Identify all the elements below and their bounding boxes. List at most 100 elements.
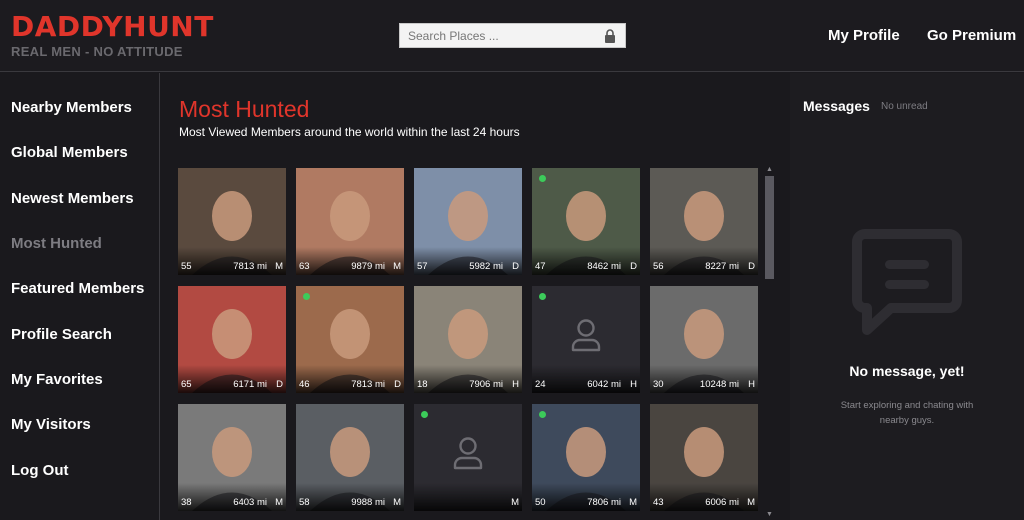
sidebar-item-log-out[interactable]: Log Out bbox=[11, 462, 68, 479]
main-content: Most Hunted Most Viewed Members around t… bbox=[161, 73, 789, 520]
card-shade bbox=[532, 483, 640, 511]
member-role: H bbox=[512, 379, 519, 390]
online-indicator bbox=[303, 293, 310, 300]
page-title: Most Hunted bbox=[179, 96, 310, 122]
top-header: DADDYHUNT REAL MEN - NO ATTITUDE My Prof… bbox=[0, 0, 1024, 72]
member-role: M bbox=[275, 497, 283, 508]
page-subtitle: Most Viewed Members around the world wit… bbox=[179, 125, 520, 139]
my-profile-link[interactable]: My Profile bbox=[828, 27, 900, 44]
member-distance: 7813 mi bbox=[233, 261, 267, 272]
member-role: M bbox=[393, 497, 401, 508]
online-indicator bbox=[539, 175, 546, 182]
member-card[interactable]: 38 6403 mi M bbox=[178, 404, 286, 511]
card-shade bbox=[532, 247, 640, 275]
member-age: 24 bbox=[535, 379, 546, 390]
member-age: 18 bbox=[417, 379, 428, 390]
card-shade bbox=[178, 247, 286, 275]
member-card[interactable]: 57 5982 mi D bbox=[414, 168, 522, 275]
sidebar-item-profile-search[interactable]: Profile Search bbox=[11, 326, 112, 343]
card-shade bbox=[414, 247, 522, 275]
member-distance: 7906 mi bbox=[469, 379, 503, 390]
member-card[interactable]: 46 7813 mi D bbox=[296, 286, 404, 393]
member-distance: 6171 mi bbox=[233, 379, 267, 390]
card-shade bbox=[296, 365, 404, 393]
card-shade bbox=[532, 365, 640, 393]
member-age: 38 bbox=[181, 497, 192, 508]
member-card[interactable]: M bbox=[414, 404, 522, 511]
card-shade bbox=[414, 483, 522, 511]
empty-messages-hint: Start exploring and chating with nearby … bbox=[840, 400, 974, 426]
lock-icon bbox=[605, 29, 615, 43]
member-distance: 6403 mi bbox=[233, 497, 267, 508]
member-card[interactable]: 56 8227 mi D bbox=[650, 168, 758, 275]
member-card[interactable]: 43 6006 mi M bbox=[650, 404, 758, 511]
member-card[interactable]: 18 7906 mi H bbox=[414, 286, 522, 393]
member-age: 30 bbox=[653, 379, 664, 390]
member-role: H bbox=[748, 379, 755, 390]
card-shade bbox=[650, 483, 758, 511]
member-card[interactable]: 55 7813 mi M bbox=[178, 168, 286, 275]
user-placeholder-icon bbox=[571, 319, 601, 352]
member-distance: 6042 mi bbox=[587, 379, 621, 390]
member-age: 50 bbox=[535, 497, 546, 508]
messages-title: Messages bbox=[803, 98, 870, 114]
sidebar-item-most-hunted[interactable]: Most Hunted bbox=[11, 235, 102, 252]
unread-status: No unread bbox=[881, 101, 928, 112]
member-card[interactable]: 58 9988 mi M bbox=[296, 404, 404, 511]
member-distance: 6006 mi bbox=[705, 497, 739, 508]
card-shade bbox=[296, 483, 404, 511]
sidebar-item-newest-members[interactable]: Newest Members bbox=[11, 190, 134, 207]
logo-wordmark: DADDYHUNT bbox=[11, 10, 214, 43]
online-indicator bbox=[539, 411, 546, 418]
logo[interactable]: DADDYHUNT REAL MEN - NO ATTITUDE bbox=[11, 10, 214, 60]
member-age: 46 bbox=[299, 379, 310, 390]
member-role: M bbox=[747, 497, 755, 508]
chat-bubble-icon bbox=[852, 229, 962, 335]
sidebar-item-my-visitors[interactable]: My Visitors bbox=[11, 416, 91, 433]
member-age: 47 bbox=[535, 261, 546, 272]
member-age: 63 bbox=[299, 261, 310, 272]
user-placeholder-icon bbox=[453, 437, 483, 470]
sidebar-item-global-members[interactable]: Global Members bbox=[11, 144, 128, 161]
sidebar-item-nearby-members[interactable]: Nearby Members bbox=[11, 99, 132, 116]
card-shade bbox=[296, 247, 404, 275]
member-distance: 5982 mi bbox=[469, 261, 503, 272]
member-role: D bbox=[512, 261, 519, 272]
member-card[interactable]: 63 9879 mi M bbox=[296, 168, 404, 275]
scrollbar-thumb[interactable] bbox=[765, 176, 774, 279]
member-distance: 8227 mi bbox=[705, 261, 739, 272]
search-input[interactable] bbox=[400, 24, 625, 47]
search-box bbox=[399, 23, 626, 48]
sidebar: Nearby Members Global Members Newest Mem… bbox=[0, 73, 160, 520]
messages-panel: Messages No unread No message, yet! Star… bbox=[790, 73, 1024, 520]
logo-tagline: REAL MEN - NO ATTITUDE bbox=[11, 44, 183, 59]
sidebar-item-my-favorites[interactable]: My Favorites bbox=[11, 371, 103, 388]
member-card[interactable]: 30 10248 mi H bbox=[650, 286, 758, 393]
card-shade bbox=[650, 247, 758, 275]
member-age: 58 bbox=[299, 497, 310, 508]
empty-messages-title: No message, yet! bbox=[849, 363, 965, 379]
member-distance: 9988 mi bbox=[351, 497, 385, 508]
member-card[interactable]: 24 6042 mi H bbox=[532, 286, 640, 393]
member-card[interactable]: 65 6171 mi D bbox=[178, 286, 286, 393]
online-indicator bbox=[539, 293, 546, 300]
member-card[interactable]: 47 8462 mi D bbox=[532, 168, 640, 275]
scroll-up-icon[interactable]: ▲ bbox=[766, 166, 773, 173]
member-card[interactable]: 50 7806 mi M bbox=[532, 404, 640, 511]
member-role: D bbox=[276, 379, 283, 390]
member-distance: 7813 mi bbox=[351, 379, 385, 390]
member-role: D bbox=[630, 261, 637, 272]
member-age: 57 bbox=[417, 261, 428, 272]
go-premium-link[interactable]: Go Premium bbox=[927, 27, 1016, 44]
card-shade bbox=[178, 483, 286, 511]
member-role: M bbox=[511, 497, 519, 508]
member-role: D bbox=[394, 379, 401, 390]
member-role: D bbox=[748, 261, 755, 272]
member-role: M bbox=[629, 497, 637, 508]
member-age: 55 bbox=[181, 261, 192, 272]
card-shade bbox=[414, 365, 522, 393]
card-shade bbox=[178, 365, 286, 393]
sidebar-item-featured-members[interactable]: Featured Members bbox=[11, 280, 144, 297]
scroll-down-icon[interactable]: ▼ bbox=[766, 511, 773, 518]
scrollbar[interactable]: ▲ ▼ bbox=[764, 166, 774, 518]
